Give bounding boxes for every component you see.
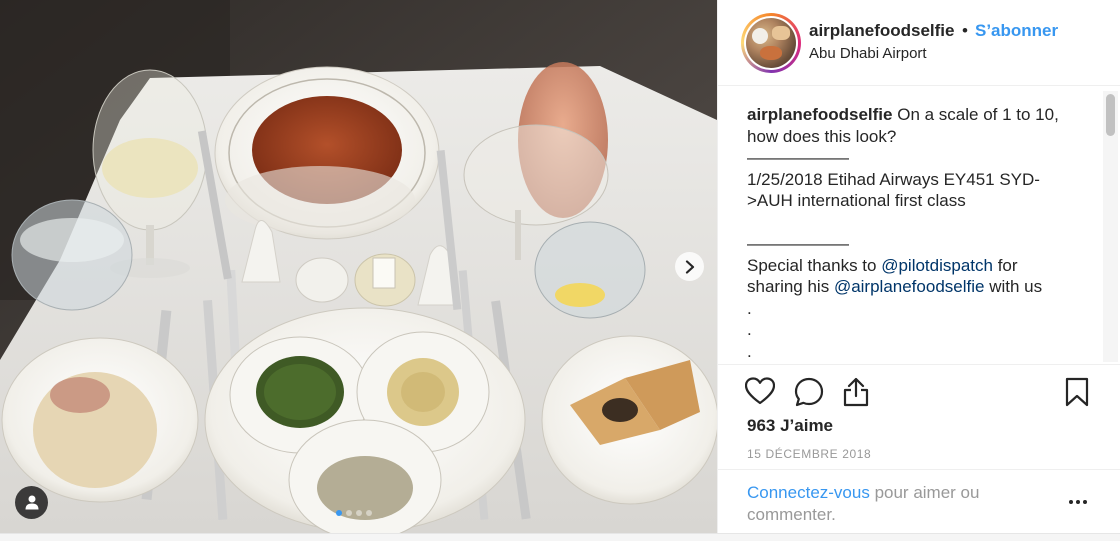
avatar[interactable] bbox=[741, 13, 801, 73]
location-link[interactable]: Abu Dhabi Airport bbox=[809, 45, 927, 62]
share-icon[interactable] bbox=[842, 377, 870, 407]
next-slide-button[interactable] bbox=[675, 252, 704, 281]
more-options-button[interactable] bbox=[1069, 495, 1091, 509]
avatar-detail bbox=[772, 26, 790, 40]
caption-flight-info: 1/25/2018 Etihad Airways EY451 SYD->AUH … bbox=[747, 169, 1040, 211]
caption-thanks-prefix: Special thanks to bbox=[747, 255, 882, 275]
avatar-detail bbox=[760, 46, 782, 60]
comments-area: airplanefoodselfie On a scale of 1 to 10… bbox=[718, 87, 1120, 364]
mention-link-pilotdispatch[interactable]: @pilotdispatch bbox=[881, 256, 993, 275]
caption-username[interactable]: airplanefoodselfie bbox=[747, 105, 892, 124]
post-caption: airplanefoodselfie On a scale of 1 to 10… bbox=[747, 104, 1077, 362]
carousel-dot bbox=[366, 510, 372, 516]
caption-rule-1: —————— bbox=[747, 148, 849, 167]
comments-scrollbar[interactable] bbox=[1103, 91, 1118, 362]
more-dots-icon bbox=[1069, 500, 1073, 504]
mention-link-airplanefoodselfie[interactable]: @airplanefoodselfie bbox=[834, 277, 985, 296]
carousel-indicator bbox=[336, 510, 372, 516]
caption-dot: . bbox=[747, 320, 752, 339]
caption-thanks: Special thanks to @pilotdispatch for sha… bbox=[747, 255, 1077, 298]
caption-rule-2: —————— bbox=[747, 234, 849, 253]
post-date: 15 DÉCEMBRE 2018 bbox=[747, 447, 872, 461]
likes-count[interactable]: 963 J’aime bbox=[747, 416, 833, 436]
post-actions bbox=[718, 364, 1120, 420]
page-bottom-edge bbox=[0, 533, 1120, 541]
food-tray-image bbox=[0, 0, 717, 533]
login-link[interactable]: Connectez-vous bbox=[747, 483, 870, 502]
caption-dot: . bbox=[747, 341, 752, 361]
user-tag-icon bbox=[25, 495, 38, 510]
avatar-image bbox=[746, 18, 796, 68]
comment-login-prompt: Connectez-vous pour aimer ou commenter. bbox=[718, 469, 1120, 533]
post-header: airplanefoodselfie • S’abonner Abu Dhabi… bbox=[718, 0, 1120, 86]
comment-bubble-icon[interactable] bbox=[794, 377, 824, 407]
caption-thanks-suffix: with us bbox=[984, 277, 1043, 296]
user-tag-button[interactable] bbox=[15, 486, 48, 519]
carousel-dot bbox=[356, 510, 362, 516]
caption-first-paragraph: airplanefoodselfie On a scale of 1 to 10… bbox=[747, 104, 1077, 147]
chevron-right-icon bbox=[685, 259, 694, 274]
username-link[interactable]: airplanefoodselfie bbox=[809, 21, 954, 41]
post-photo[interactable] bbox=[0, 0, 717, 533]
avatar-detail bbox=[752, 28, 768, 44]
more-dots-icon bbox=[1083, 500, 1087, 504]
bookmark-icon[interactable] bbox=[1065, 377, 1089, 407]
avatar-border bbox=[744, 16, 798, 70]
follow-button[interactable]: S’abonner bbox=[975, 21, 1058, 41]
header-separator: • bbox=[962, 21, 968, 40]
carousel-dot-active bbox=[336, 510, 342, 516]
more-dots-icon bbox=[1076, 500, 1080, 504]
login-prompt-text: Connectez-vous pour aimer ou commenter. bbox=[747, 482, 1047, 526]
caption-dot: . bbox=[747, 298, 752, 318]
post-sidebar: airplanefoodselfie • S’abonner Abu Dhabi… bbox=[717, 0, 1120, 533]
carousel-dot bbox=[346, 510, 352, 516]
heart-icon[interactable] bbox=[745, 377, 775, 405]
scrollbar-thumb[interactable] bbox=[1106, 94, 1115, 136]
